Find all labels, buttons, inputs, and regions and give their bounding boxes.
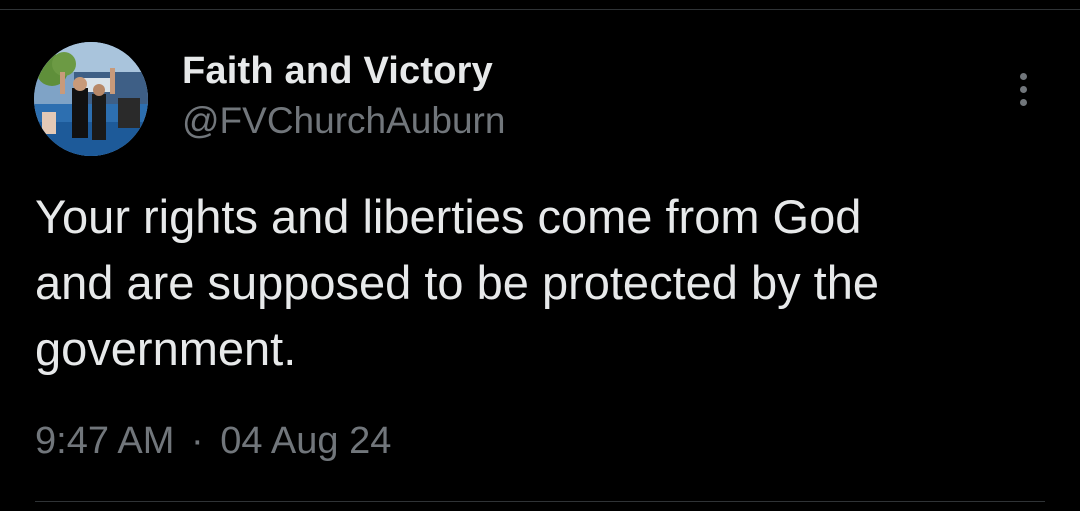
more-dot xyxy=(1019,72,1027,80)
more-vertical-icon[interactable] xyxy=(1002,66,1044,112)
tweet-metadata: 9:47 AM · 04 Aug 24 xyxy=(35,420,391,463)
more-dot xyxy=(1019,85,1027,93)
meta-separator: · xyxy=(190,420,204,462)
tweet-text-line: Your rights and liberties come from God xyxy=(35,190,862,243)
tweet-text-line: and are supposed to be protected by the xyxy=(35,256,880,309)
avatar-photo xyxy=(34,42,148,156)
tweet-text: Your rights and liberties come from God … xyxy=(35,184,1035,382)
tweet-text-line: government. xyxy=(35,322,297,375)
more-dot xyxy=(1019,98,1027,106)
avatar[interactable] xyxy=(34,42,148,156)
bottom-divider xyxy=(35,501,1045,502)
tweet-time[interactable]: 9:47 AM xyxy=(35,420,174,462)
top-divider xyxy=(0,9,1080,10)
author-handle[interactable]: @FVChurchAuburn xyxy=(182,100,505,142)
tweet-date[interactable]: 04 Aug 24 xyxy=(220,420,391,462)
author-display-name[interactable]: Faith and Victory xyxy=(182,50,493,93)
